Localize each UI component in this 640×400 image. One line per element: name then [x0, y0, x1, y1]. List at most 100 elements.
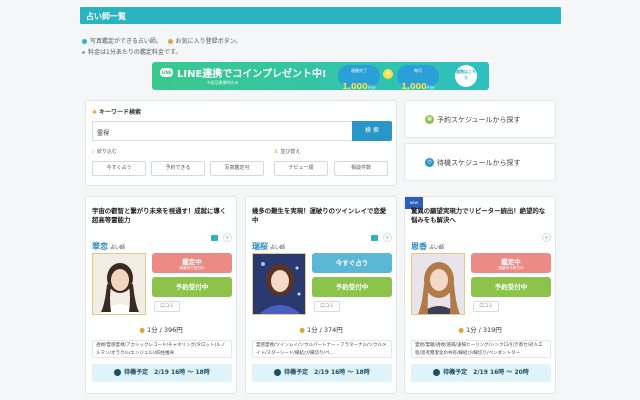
price-text: 1分 / 396円	[146, 326, 183, 334]
teller-name[interactable]: 瑞桜	[252, 242, 268, 251]
reservation-button[interactable]: 予約受付中	[471, 277, 551, 297]
teller-photo[interactable]	[252, 253, 306, 315]
filter-label: 絞り込む	[96, 149, 117, 155]
favorite-star-icon[interactable]: ★	[542, 233, 551, 242]
camera-icon	[371, 235, 378, 241]
coin-label: 毎月	[414, 68, 422, 73]
camera-icon	[211, 235, 218, 241]
legend-line: 写真鑑定ができる占い師。 お気に入り登録ボタン。	[82, 36, 241, 47]
coin-value: 1,000	[401, 82, 427, 90]
coin-icon: ●	[458, 326, 466, 334]
teller-photo[interactable]	[92, 253, 146, 315]
price: ● 1分 / 396円	[86, 324, 236, 334]
reserve-schedule-label: 予約スケジュールから探す	[437, 116, 521, 124]
reservation-button[interactable]: 予約受付中	[312, 277, 392, 297]
bullet-icon	[82, 51, 85, 54]
search-button[interactable]: 検 索	[352, 121, 392, 141]
standby-schedule: 待機予定 2/19 16時 〜 20時	[411, 364, 551, 382]
card-headline: 驚異の願望実現力でリピーター続出！絶望的な悩みをも解決へ	[411, 207, 546, 224]
specialty-tags: 霊視/霊聴/透視/遠隔/遠隔ヒーリング/シンクロ/引き寄せ/対人工程/思考簡潔化…	[411, 340, 551, 358]
page-title: 占い師一覧	[80, 7, 561, 24]
line-logo-icon: LINE	[160, 68, 173, 77]
legend-photo-text: 写真鑑定ができる占い師。	[90, 38, 162, 45]
banner-sub-text: ※初回連携時のみ	[207, 80, 239, 85]
legend-line: 料金は1分あたりの鑑定料金です。	[82, 47, 241, 58]
teller-role: 占い師	[110, 245, 126, 251]
coin-unit: 円分	[426, 85, 435, 90]
card-name-row: 恩香 占い師 ★	[411, 233, 551, 251]
keyword-search-label: キーワード検索	[99, 109, 142, 116]
standby-text: 待機予定 2/19 16時 〜 18時	[124, 369, 210, 376]
keyword-search-title: ✱ キーワード検索	[92, 107, 141, 116]
page: 占い師一覧 写真鑑定ができる占い師。 お気に入り登録ボタン。 料金は1分あたりの…	[0, 0, 640, 400]
sort-chip-count[interactable]: 相談件数	[334, 161, 388, 176]
favorite-dot-icon	[167, 39, 173, 44]
coin-icon: ●	[139, 326, 147, 334]
coin-bubble: 連携完了 1,000円分	[338, 65, 380, 90]
fortune-teller-card[interactable]: 幾多の難生を実現！運破りのツインレイで恋愛中 瑞桜 占い師 ★ 今すぐ占う 予約受…	[245, 196, 397, 394]
legend-notes: 写真鑑定ができる占い師。 お気に入り登録ボタン。 料金は1分あたりの鑑定料金です…	[82, 36, 241, 58]
standby-schedule-label: 待機スケジュールから探す	[437, 159, 521, 167]
review-button[interactable]: 口コミ	[314, 301, 340, 312]
reservation-button[interactable]: 予約受付中	[152, 277, 232, 297]
clock-icon: ◷	[425, 158, 434, 167]
teller-role: 占い師	[270, 245, 286, 251]
card-headline: 宇宙の叡智と繋がり未来を視通す！成就に導く超高等霊能力	[92, 207, 227, 224]
line-campaign-banner[interactable]: LINE LINE連携でコインプレゼント中! ※初回連携時のみ 連携完了 1,0…	[152, 62, 489, 90]
legend-favorite-text: お気に入り登録ボタン。	[175, 38, 242, 45]
reserve-schedule-button[interactable]: ▦ 予約スケジュールから探す	[404, 100, 556, 138]
portrait-image	[93, 254, 145, 314]
search-panel: ✱ キーワード検索 霊視 検 索 ⌕ 絞り込む ⇅ 並び替え 今すぐ占う 予約できる …	[85, 100, 397, 186]
teller-role: 占い師	[429, 245, 445, 251]
banner-main-text: LINE連携でコインプレゼント中!	[177, 69, 327, 80]
review-button[interactable]: 口コミ	[154, 301, 180, 312]
banner-detail-button[interactable]: 連携はこちら	[455, 65, 477, 87]
sort-group-label: ⇅ 並び替え	[274, 148, 300, 155]
standby-text: 待機予定 2/19 16時 〜 18時	[284, 369, 370, 376]
coin-icon: ●	[299, 326, 307, 334]
coin-value: 1,000	[342, 82, 368, 90]
teller-name[interactable]: 恩香	[411, 242, 427, 251]
favorite-star-icon[interactable]: ★	[383, 233, 392, 242]
fortune-teller-card[interactable]: NEW 驚異の願望実現力でリピーター続出！絶望的な悩みをも解決へ 恩香 占い師 ★…	[404, 196, 556, 394]
filter-chip-now[interactable]: 今すぐ占う	[92, 161, 146, 176]
search-input[interactable]: 霊視	[92, 121, 352, 141]
price: ● 1分 / 374円	[246, 324, 396, 334]
status-label: 鑑定中	[501, 258, 521, 266]
standby-schedule-button[interactable]: ◷ 待機スケジュールから探す	[404, 143, 556, 181]
card-name-row: 瑞桜 占い師 ★	[252, 233, 392, 251]
specialty-tags: 透視/霊感霊視/アカシックレコード/チャネリング/タロット(ルノルマン/オラクル…	[92, 340, 232, 358]
filter-chip-reserve[interactable]: 予約できる	[151, 161, 205, 176]
filter-chip-photo[interactable]: 写真鑑定可	[210, 161, 264, 176]
review-button[interactable]: 口コミ	[473, 301, 499, 312]
teller-name[interactable]: 翠恋	[92, 242, 108, 251]
fortune-teller-card[interactable]: 宇宙の叡智と繋がり未来を視通す！成就に導く超高等霊能力 翠恋 占い師 ★ 鑑定中 …	[85, 196, 237, 394]
clock-icon	[433, 369, 441, 376]
coin-unit: 円分	[367, 85, 376, 90]
portrait-image	[412, 254, 464, 314]
calendar-icon: ▦	[425, 115, 434, 124]
status-in-session[interactable]: 鑑定中 順番待ち受付中	[471, 253, 551, 273]
favorite-star-icon[interactable]: ★	[223, 233, 232, 242]
status-label: 鑑定中	[182, 258, 202, 266]
coin-bubble: 毎月 1,000円分	[397, 65, 439, 90]
status-sublabel: 順番待ち受付中	[498, 266, 524, 270]
call-now-button[interactable]: 今すぐ占う	[312, 253, 392, 273]
card-headline: 幾多の難生を実現！運破りのツインレイで恋愛中	[252, 207, 387, 224]
status-sublabel: 順番待ち受付中	[179, 266, 205, 270]
plus-icon: +	[383, 69, 393, 79]
coin-label: 連携完了	[351, 68, 367, 73]
star-icon: ✱	[92, 109, 98, 116]
camera-dot-icon	[82, 39, 87, 44]
legend-price-text: 料金は1分あたりの鑑定料金です。	[88, 49, 182, 56]
teller-photo[interactable]	[411, 253, 465, 315]
sort-chip-debut[interactable]: デビュー順	[274, 161, 328, 176]
price-text: 1分 / 374円	[306, 326, 343, 334]
standby-text: 待機予定 2/19 16時 〜 20時	[443, 369, 529, 376]
specialty-tags: 霊感霊視/ツインレイ/ソウルパートナー・フラターナル/ソウルメイト/スターシード…	[252, 340, 392, 358]
sort-label: 並び替え	[280, 149, 301, 155]
status-in-session[interactable]: 鑑定中 順番待ち受付中	[152, 253, 232, 273]
standby-schedule: 待機予定 2/19 16時 〜 18時	[92, 364, 232, 382]
portrait-image	[253, 254, 305, 314]
standby-schedule: 待機予定 2/19 16時 〜 18時	[252, 364, 392, 382]
